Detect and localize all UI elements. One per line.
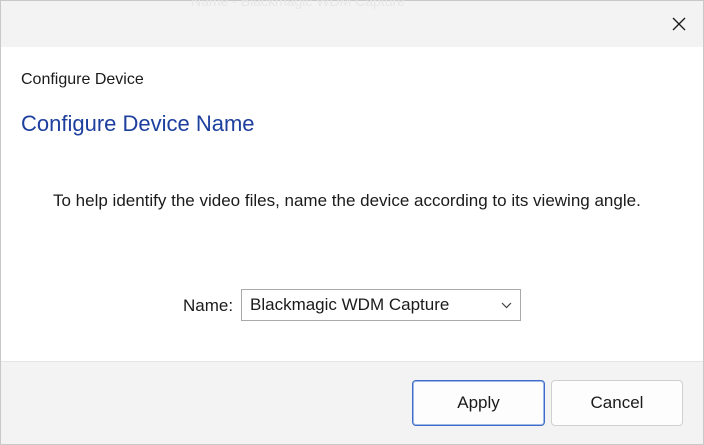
dialog-body: Configure Device Configure Device Name T… [1,47,703,361]
close-icon [672,17,686,31]
instruction-text: To help identify the video files, name t… [53,191,641,210]
device-name-value: Blackmagic WDM Capture [250,295,450,314]
device-name-dropdown[interactable]: Blackmagic WDM Capture [241,289,521,321]
dialog-caption: Configure Device [21,71,144,88]
cancel-button[interactable]: Cancel [551,380,683,426]
dialog-footer: Apply Cancel [1,361,703,444]
background-window-title: Name - Blackmagic WDM Capture [191,0,405,9]
close-button[interactable] [661,7,697,41]
chevron-down-icon[interactable] [492,290,520,320]
name-label: Name: [183,296,234,315]
page-title: Configure Device Name [21,111,255,136]
title-bar: Name - Blackmagic WDM Capture [1,0,703,47]
configure-device-dialog: Name - Blackmagic WDM Capture Configure … [0,0,704,445]
apply-button[interactable]: Apply [412,380,545,426]
